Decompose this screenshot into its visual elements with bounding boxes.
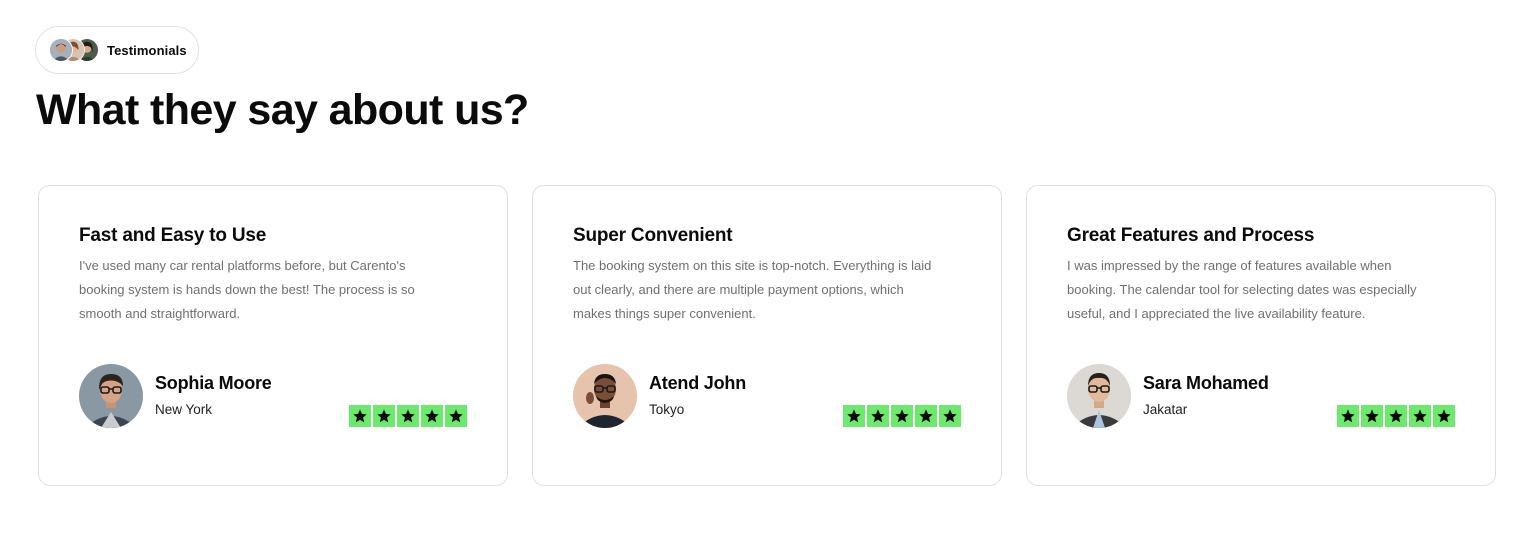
- testimonial-cards: Fast and Easy to Use I've used many car …: [38, 185, 1496, 486]
- star-icon: [445, 405, 467, 427]
- star-icon: [1433, 405, 1455, 427]
- star-icon: [421, 405, 443, 427]
- reviewer-location: Jakatar: [1143, 402, 1188, 417]
- avatar: [79, 364, 143, 428]
- star-icon: [397, 405, 419, 427]
- reviewer-location: Tokyo: [649, 402, 685, 417]
- star-icon: [1409, 405, 1431, 427]
- star-icon: [349, 405, 371, 427]
- star-icon: [939, 405, 961, 427]
- avatar: [1067, 364, 1131, 428]
- testimonial-text: I was impressed by the range of features…: [1067, 258, 1417, 321]
- testimonials-badge: Testimonials: [35, 26, 199, 74]
- badge-avatar-group: [49, 38, 101, 62]
- testimonial-text: I've used many car rental platforms befo…: [79, 258, 415, 321]
- testimonial-card: Super Convenient The booking system on t…: [532, 185, 1002, 486]
- reviewer-name: Atend John: [649, 373, 746, 393]
- testimonial-card: Great Features and Process I was impress…: [1026, 185, 1496, 486]
- avatar: [573, 364, 637, 428]
- testimonial-title: Great Features and Process: [1067, 225, 1315, 246]
- reviewer-name: Sara Mohamed: [1143, 373, 1269, 393]
- reviewer-name: Sophia Moore: [155, 373, 272, 393]
- testimonial-card: Fast and Easy to Use I've used many car …: [38, 185, 508, 486]
- star-icon: [1361, 405, 1383, 427]
- star-rating: [843, 405, 961, 427]
- star-icon: [373, 405, 395, 427]
- mini-avatar: [49, 38, 73, 62]
- testimonial-title: Fast and Easy to Use: [79, 225, 267, 246]
- badge-label: Testimonials: [107, 42, 187, 58]
- reviewer-location: New York: [155, 402, 213, 417]
- star-rating: [1337, 405, 1455, 427]
- star-icon: [843, 405, 865, 427]
- section-heading: What they say about us?: [36, 86, 529, 134]
- testimonial-text: The booking system on this site is top-n…: [573, 258, 932, 321]
- star-icon: [1385, 405, 1407, 427]
- star-rating: [349, 405, 467, 427]
- star-icon: [867, 405, 889, 427]
- star-icon: [915, 405, 937, 427]
- star-icon: [1337, 405, 1359, 427]
- testimonial-title: Super Convenient: [573, 225, 733, 246]
- star-icon: [891, 405, 913, 427]
